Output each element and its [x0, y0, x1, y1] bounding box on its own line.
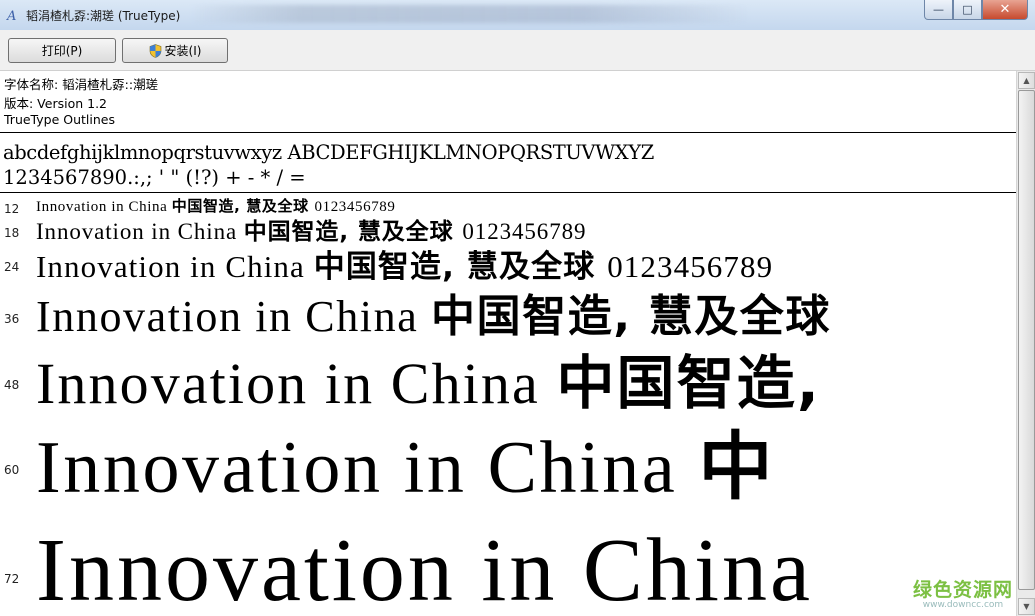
- window-title: 韬涓楂札孬:潮瑳 (TrueType): [26, 9, 181, 23]
- size-sample-row: 24 Innovation in China 中国智造, 慧及全球 0123456…: [0, 251, 1016, 283]
- size-sample-text: Innovation in China 中国智造,: [36, 354, 821, 413]
- sample-digits: 0123456789: [607, 249, 774, 284]
- sample-latin: Innovation in China: [36, 199, 172, 215]
- font-preview-area[interactable]: 字体名称: 韬涓楂札孬::潮瑳 版本: Version 1.2 TrueType…: [0, 71, 1016, 616]
- maximize-button[interactable]: □: [953, 0, 982, 20]
- sample-cjk: 中国智造, 慧及全球: [430, 291, 832, 342]
- font-name-line: 字体名称: 韬涓楂札孬::潮瑳: [4, 77, 159, 92]
- size-label: 60: [4, 463, 20, 477]
- close-button[interactable]: ✕: [982, 0, 1028, 20]
- install-button[interactable]: 安装(I): [122, 38, 228, 63]
- watermark-main: 绿色资源网: [912, 579, 1013, 601]
- sample-digits: 0123456789: [314, 199, 396, 215]
- toolbar: 打印(P) 安装(I): [0, 30, 1035, 71]
- scroll-up-button[interactable]: ▲: [1018, 72, 1035, 89]
- sample-cjk: 中国智造, 慧及全球: [313, 249, 608, 285]
- sample-cjk: 中国智造, 慧及全球: [171, 197, 315, 215]
- size-label: 12: [4, 202, 20, 216]
- font-version-line: 版本: Version 1.2: [4, 96, 108, 111]
- size-sample-text: Innovation in China: [36, 526, 813, 616]
- sample-latin: Innovation in China: [36, 292, 431, 341]
- font-outline-line: TrueType Outlines: [4, 112, 115, 127]
- size-sample-text: Innovation in China 中国智造, 慧及全球: [36, 295, 831, 339]
- sample-cjk: 中国智造,: [556, 349, 821, 417]
- size-sample-row: 72 Innovation in China: [0, 526, 1016, 616]
- size-label: 36: [4, 312, 20, 326]
- sample-latin: Innovation in China: [36, 249, 314, 284]
- scroll-down-button[interactable]: ▼: [1018, 598, 1035, 615]
- sample-cjk: 中: [698, 424, 776, 510]
- watermark: 绿色资源网 www.downcc.com: [913, 575, 1013, 610]
- size-sample-row: 60 Innovation in China 中: [0, 430, 1016, 505]
- size-sample-row: 18 Innovation in China 中国智造, 慧及全球 0123456…: [0, 220, 1016, 244]
- blurred-area: [190, 5, 750, 23]
- sample-latin: Innovation in China: [36, 427, 699, 509]
- charset-letters: abcdefghijklmnopqrstuvwxyz ABCDEFGHIJKLM…: [3, 141, 654, 164]
- minimize-button[interactable]: —: [924, 0, 953, 20]
- vertical-scrollbar[interactable]: ▲ ▼: [1016, 71, 1035, 616]
- charset-symbols: 1234567890.:,; ' " (!?) + - * / =: [3, 166, 306, 189]
- print-button[interactable]: 打印(P): [8, 38, 116, 63]
- font-viewer-icon: A: [6, 9, 16, 23]
- svg-text:A: A: [6, 9, 16, 23]
- size-sample-text: Innovation in China 中国智造, 慧及全球 012345678…: [36, 220, 586, 244]
- size-sample-row: 12 Innovation in China 中国智造, 慧及全球 0123456…: [0, 199, 1016, 217]
- sample-latin: Innovation in China: [36, 219, 244, 244]
- size-label: 24: [4, 260, 20, 274]
- scroll-thumb[interactable]: [1018, 90, 1035, 590]
- shield-icon: [149, 43, 161, 58]
- divider: [0, 192, 1016, 193]
- print-button-label: 打印(P): [41, 44, 83, 58]
- window-controls: — □ ✕: [924, 0, 1028, 20]
- watermark-sub: www.downcc.com: [922, 600, 1004, 610]
- size-label: 72: [4, 572, 20, 586]
- size-label: 18: [4, 226, 20, 240]
- title-bar[interactable]: A 韬涓楂札孬:潮瑳 (TrueType) — □ ✕: [0, 0, 1035, 31]
- size-sample-text: Innovation in China 中国智造, 慧及全球 012345678…: [36, 251, 773, 283]
- sample-latin: Innovation in China: [36, 351, 557, 416]
- size-sample-row: 36 Innovation in China 中国智造, 慧及全球: [0, 295, 1016, 339]
- sample-cjk: 中国智造, 慧及全球: [243, 219, 463, 245]
- divider: [0, 132, 1016, 133]
- size-sample-text: Innovation in China 中国智造, 慧及全球 012345678…: [36, 199, 396, 215]
- sample-latin: Innovation in China: [36, 521, 813, 616]
- size-label: 48: [4, 378, 20, 392]
- size-sample-text: Innovation in China 中: [36, 430, 775, 505]
- install-button-label: 安装(I): [164, 44, 202, 58]
- sample-digits: 0123456789: [462, 219, 587, 244]
- size-sample-row: 48 Innovation in China 中国智造,: [0, 354, 1016, 413]
